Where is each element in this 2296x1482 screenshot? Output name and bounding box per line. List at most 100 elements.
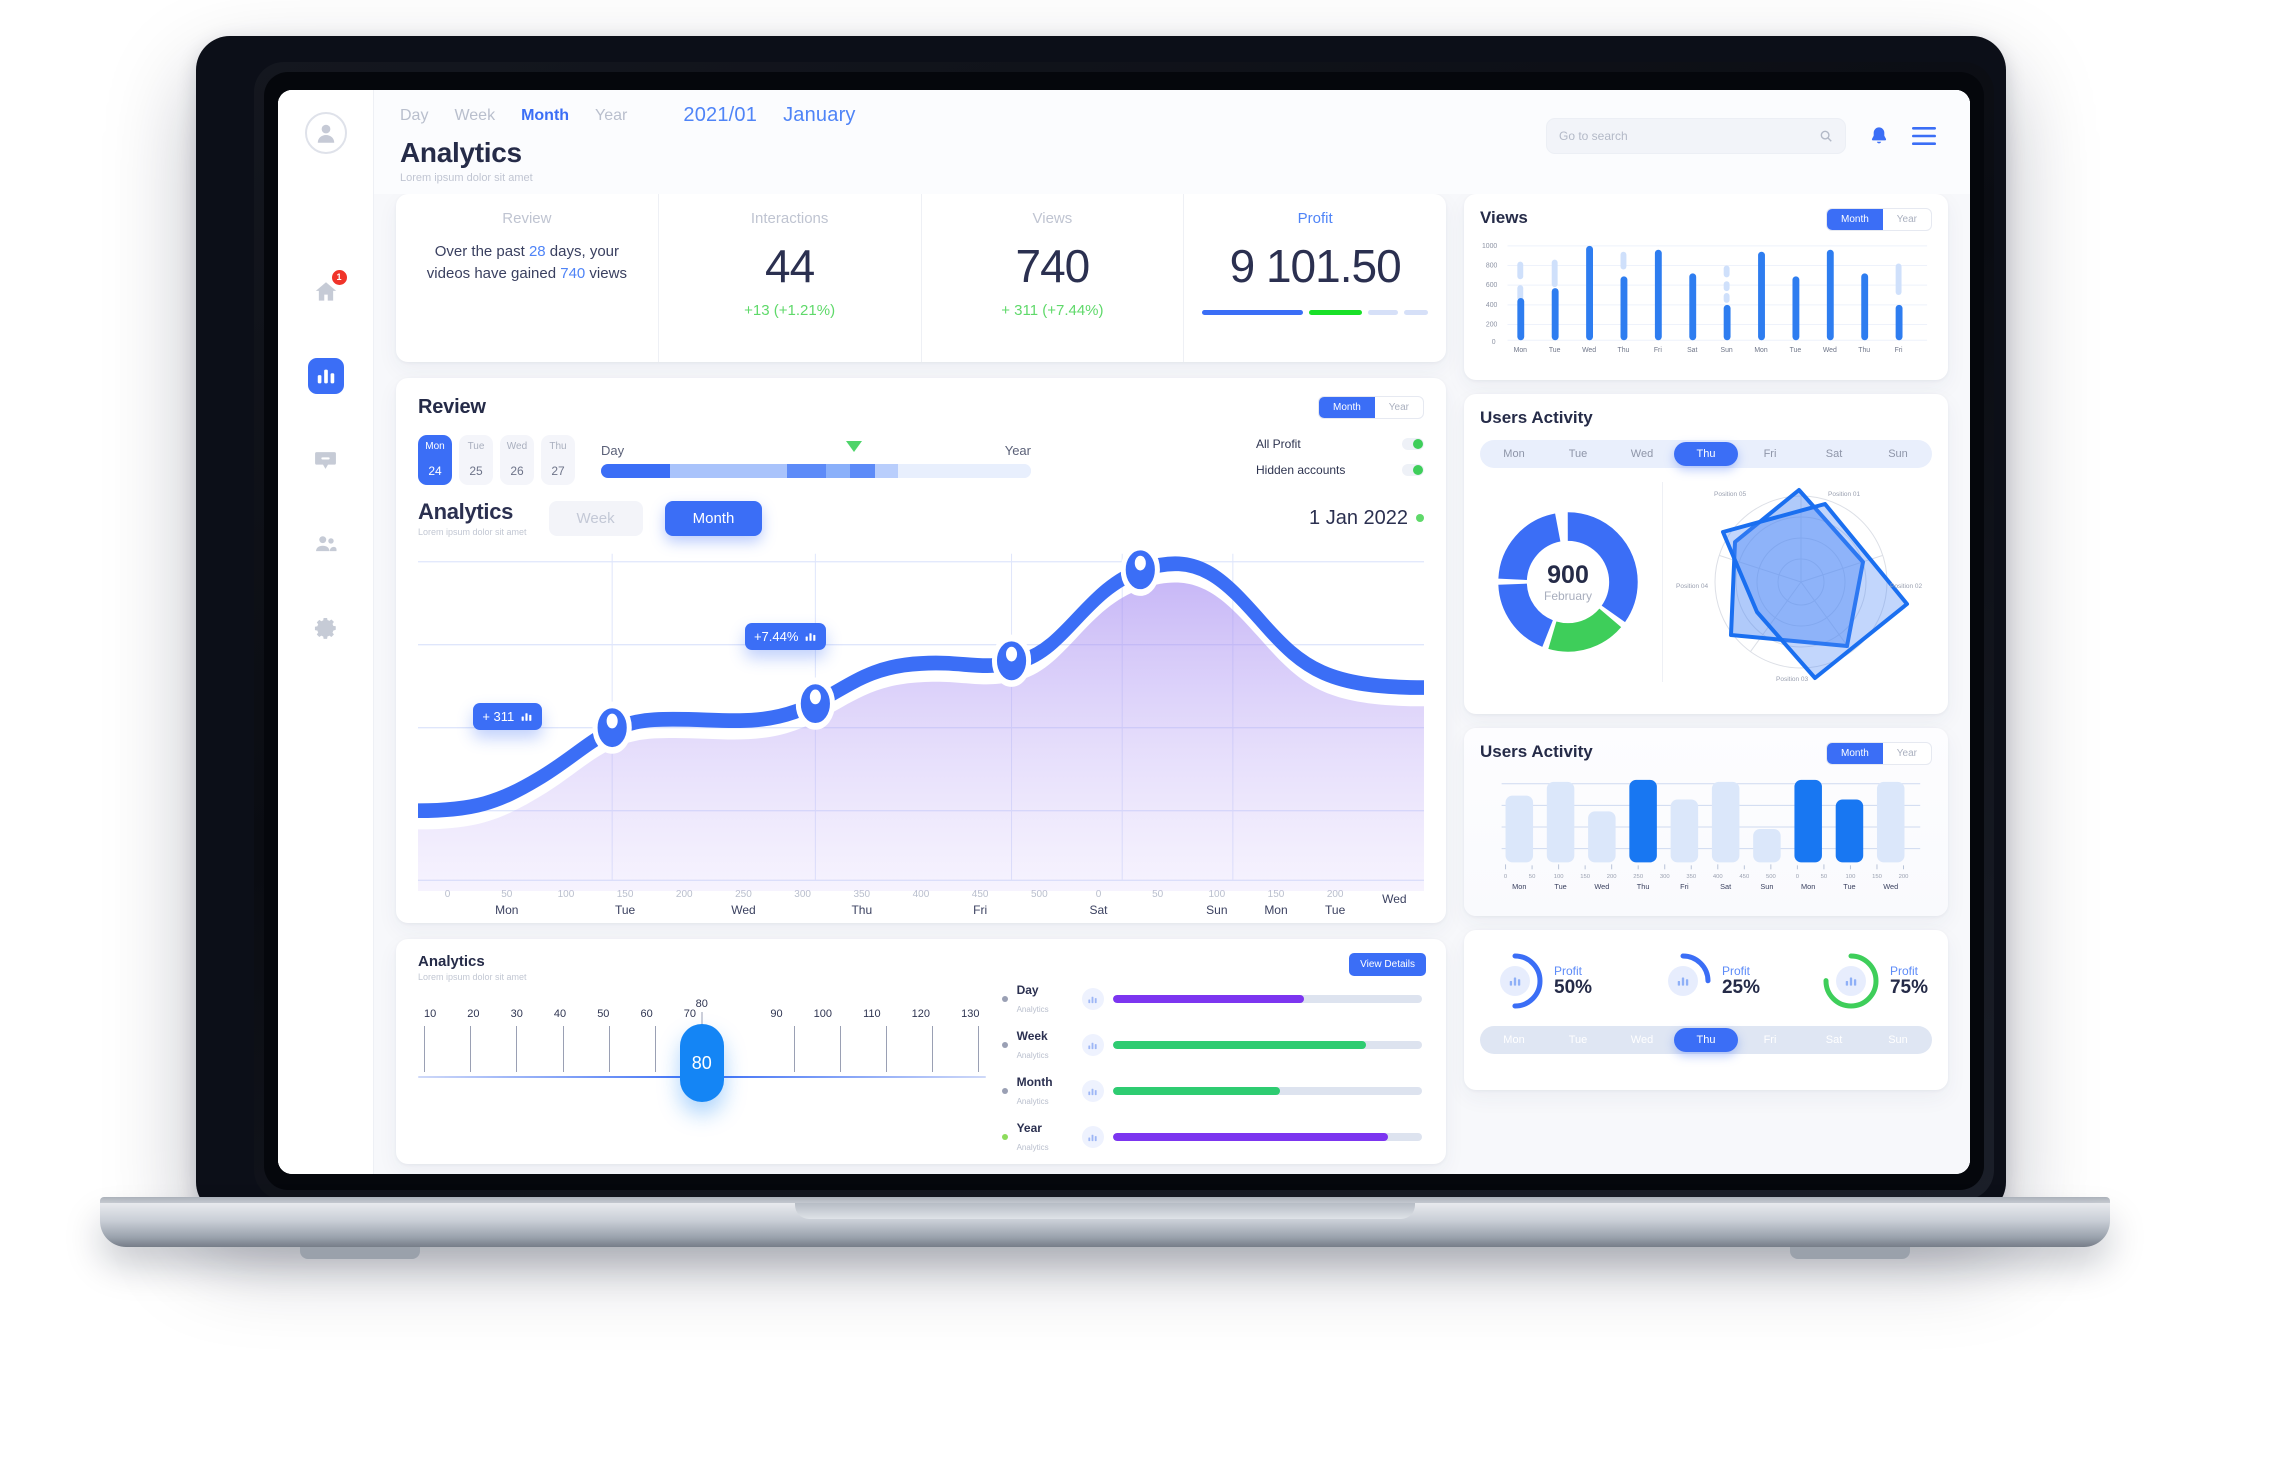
pg-tab-fri[interactable]: Fri — [1738, 1028, 1802, 1052]
menu-button[interactable] — [1912, 127, 1936, 145]
view-details-button[interactable]: View Details — [1349, 953, 1426, 976]
laptop-bezel: 1 Day Week Month Year 2021/01 January An… — [264, 72, 1984, 1190]
axis-tick: 0 — [444, 889, 451, 900]
legend-item-day[interactable]: Day Analytics — [1001, 981, 1422, 1017]
ruler-value: 50 — [597, 1008, 610, 1020]
day-selector: Mon 24 Tue 25 Wed 26 Thu 27 — [418, 435, 575, 485]
axis-tick: 50 Mon — [495, 889, 519, 917]
analytics-chart-title: Analytics — [418, 499, 514, 524]
sidebar-item-settings[interactable] — [308, 610, 344, 646]
sidebar-item-messages[interactable] — [308, 442, 344, 478]
bar-chart-icon — [1667, 966, 1698, 996]
svg-text:50: 50 — [1821, 874, 1828, 880]
ruler-value: 90 — [770, 1008, 783, 1020]
radar-label-02: Position 02 — [1890, 583, 1923, 590]
users-activity-donut[interactable]: 900 February — [1480, 498, 1656, 666]
views-seg-year[interactable]: Year — [1883, 209, 1931, 230]
chart-tag-311-label: + 311 — [482, 709, 515, 725]
legend-item-year[interactable]: Year Analytics — [1001, 1119, 1422, 1155]
range-label-year: Year — [1004, 443, 1031, 458]
profit-gauge-25[interactable]: Profit 25% — [1652, 950, 1760, 1012]
pg-tab-tue[interactable]: Tue — [1546, 1028, 1610, 1052]
views-y-axis: 1000 800 600 400 200 0 — [1482, 243, 1498, 346]
profit-gauge-75[interactable]: Profit 75% — [1820, 950, 1928, 1012]
legend-bar-track — [1112, 1087, 1422, 1095]
kpi-text-c: views — [585, 264, 627, 282]
analytics-chart-svg — [418, 543, 1424, 891]
axis-tick: 150 Tue — [614, 889, 636, 917]
kpi-highlight-views: 740 — [560, 264, 586, 282]
pg-tab-mon[interactable]: Mon — [1482, 1028, 1546, 1052]
views-card-header: Views Month Year — [1480, 208, 1932, 231]
hamburger-menu-icon — [1912, 127, 1936, 145]
period-tab-day[interactable]: Day — [400, 107, 428, 125]
gauge-value-25: 25% — [1721, 976, 1761, 998]
ua-tab-thu[interactable]: Thu — [1674, 442, 1738, 466]
analytics-month-button[interactable]: Month — [664, 500, 763, 536]
sidebar: 1 — [278, 90, 374, 1174]
legend-item-week[interactable]: Week Analytics — [1001, 1027, 1422, 1063]
legend-item-month[interactable]: Month Analytics — [1001, 1073, 1422, 1109]
laptop-notch — [795, 1203, 1415, 1219]
day-chip-mon[interactable]: Mon 24 — [418, 435, 452, 485]
kpi-interactions: Interactions 44 +13 (+1.21%) — [659, 194, 922, 362]
user-avatar-icon[interactable] — [304, 112, 347, 154]
ua-tab-tue[interactable]: Tue — [1546, 442, 1610, 466]
toggle-hidden-accounts[interactable]: Hidden accounts — [1256, 463, 1424, 477]
sidebar-item-home[interactable]: 1 — [308, 270, 347, 310]
ua-bars-seg-year[interactable]: Year — [1883, 743, 1931, 764]
svg-text:0: 0 — [1504, 874, 1508, 880]
analytics-week-button[interactable]: Week — [548, 500, 643, 536]
pg-tab-sun[interactable]: Sun — [1866, 1028, 1930, 1052]
toggle-hidden-accounts-switch[interactable] — [1402, 464, 1424, 476]
ua-tab-sat[interactable]: Sat — [1802, 442, 1866, 466]
kpi-views-label: Views — [1032, 210, 1073, 227]
legend-dot-icon — [1001, 1134, 1008, 1140]
ruler-value: 130 — [961, 1008, 980, 1020]
pg-tab-thu[interactable]: Thu — [1674, 1028, 1738, 1052]
review-seg-month[interactable]: Month — [1318, 397, 1375, 418]
sidebar-item-analytics[interactable] — [307, 358, 344, 394]
pg-tab-sat[interactable]: Sat — [1802, 1028, 1866, 1052]
chart-tag-311[interactable]: + 311 — [473, 703, 543, 731]
ua-tab-sun[interactable]: Sun — [1866, 442, 1930, 466]
ruler-knob[interactable]: 80 — [679, 1024, 724, 1102]
search-box[interactable] — [1546, 118, 1846, 154]
sidebar-item-users[interactable] — [308, 526, 344, 562]
left-column: Review Over the past 28 days, your video… — [396, 194, 1446, 1164]
review-seg-year[interactable]: Year — [1375, 397, 1423, 418]
users-activity-radar[interactable]: Position 01 Position 02 Position 03 Posi… — [1669, 476, 1932, 688]
period-tab-week[interactable]: Week — [454, 107, 495, 125]
users-icon — [315, 536, 337, 552]
period-tab-month[interactable]: Month — [521, 107, 569, 125]
svg-text:400: 400 — [1713, 874, 1724, 880]
ua-tab-mon[interactable]: Mon — [1482, 442, 1546, 466]
toggle-all-profit[interactable]: All Profit — [1256, 437, 1424, 451]
day-chip-mon-label: Mon — [425, 441, 445, 452]
notifications-button[interactable] — [1868, 125, 1890, 147]
ua-tab-fri[interactable]: Fri — [1738, 442, 1802, 466]
ruler-value: 10 — [424, 1008, 437, 1020]
chart-tag-744[interactable]: +7.44% — [744, 623, 827, 651]
search-input[interactable] — [1559, 129, 1811, 143]
axis-tick: 100 — [557, 889, 575, 900]
analytics-area-chart[interactable]: + 311 +7.44% — [418, 543, 1424, 891]
day-chip-tue[interactable]: Tue 25 — [459, 435, 493, 485]
ua-bars-seg-month[interactable]: Month — [1826, 743, 1883, 764]
profit-gauge-50[interactable]: Profit 50% — [1484, 950, 1592, 1012]
svg-text:600: 600 — [1486, 282, 1498, 289]
ua-tab-wed[interactable]: Wed — [1610, 442, 1674, 466]
pg-tab-wed[interactable]: Wed — [1610, 1028, 1674, 1052]
period-tab-year[interactable]: Year — [595, 107, 627, 125]
day-chip-wed[interactable]: Wed 26 — [500, 435, 534, 485]
views-seg-month[interactable]: Month — [1826, 209, 1883, 230]
legend-bar-fill — [1112, 1133, 1388, 1141]
toggle-all-profit-switch[interactable] — [1402, 438, 1424, 450]
range-slider-track[interactable] — [601, 464, 1031, 478]
range-slider[interactable]: Day Year — [601, 441, 1031, 478]
views-bar-chart[interactable]: 1000 800 600 400 200 0 Mon Tue Wed Thu F… — [1480, 235, 1932, 360]
gauge-ring-25 — [1652, 950, 1714, 1012]
value-ruler[interactable]: 80 10 20 30 40 50 60 70 90 100 110 120 1… — [418, 982, 986, 1154]
ua-bars-chart[interactable]: 0 50 100 150 200 250 300 350 400 450 500 0 50 100 1… — [1480, 765, 1932, 898]
day-chip-thu[interactable]: Thu 27 — [541, 435, 575, 485]
